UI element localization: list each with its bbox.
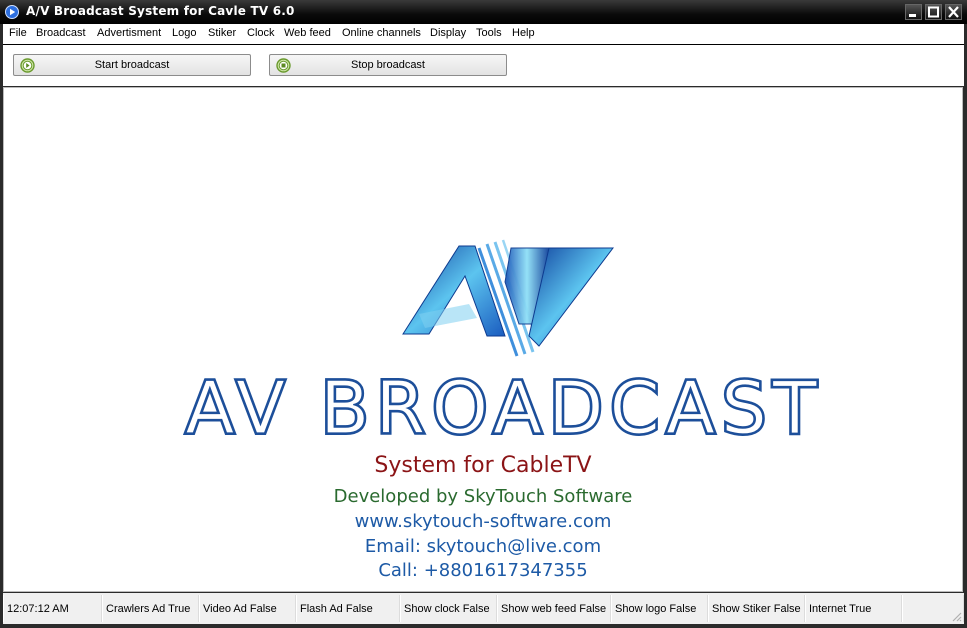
minimize-icon bbox=[909, 14, 916, 17]
start-broadcast-label: Start broadcast bbox=[94, 59, 170, 71]
menu-web-feed[interactable]: Web feed bbox=[284, 27, 331, 39]
av-logo-icon bbox=[402, 239, 615, 357]
headline-inner-stroke: AV BROADCAST bbox=[185, 371, 823, 446]
menu-file[interactable]: File bbox=[9, 27, 27, 39]
close-icon bbox=[948, 6, 959, 18]
status-show-logo-text: Show logo False bbox=[615, 603, 697, 615]
menu-tools[interactable]: Tools bbox=[476, 27, 502, 39]
status-show-clock-text: Show clock False bbox=[404, 603, 490, 615]
status-flash-ad: Flash Ad False bbox=[296, 595, 400, 622]
menu-logo[interactable]: Logo bbox=[172, 27, 196, 39]
title-bar[interactable]: A/V Broadcast System for Cavle TV 6.0 bbox=[0, 0, 967, 24]
status-internet: Internet True bbox=[805, 595, 902, 622]
menu-broadcast[interactable]: Broadcast bbox=[36, 27, 86, 39]
status-video-ad-text: Video Ad False bbox=[203, 603, 277, 615]
status-show-stiker: Show Stiker False bbox=[708, 595, 805, 622]
status-internet-text: Internet True bbox=[809, 603, 872, 615]
maximize-button[interactable] bbox=[925, 4, 942, 20]
app-window: A/V Broadcast System for Cavle TV 6.0 Fi… bbox=[0, 0, 967, 628]
status-clock: 12:07:12 AM bbox=[3, 595, 102, 622]
menu-stiker[interactable]: Stiker bbox=[208, 27, 236, 39]
email-text: Email: skytouch@live.com bbox=[364, 536, 602, 557]
website-link[interactable]: www.skytouch-software.com bbox=[4, 511, 962, 532]
status-crawlers-ad: Crawlers Ad True bbox=[102, 595, 199, 622]
phone-text: Call: +8801617347355 bbox=[378, 560, 588, 581]
toolbar: Start broadcast Stop broadcast bbox=[3, 45, 964, 86]
play-app-icon bbox=[5, 5, 19, 19]
stop-broadcast-label: Stop broadcast bbox=[351, 59, 425, 71]
start-broadcast-button[interactable]: Start broadcast bbox=[13, 54, 251, 76]
resize-grip-icon[interactable] bbox=[950, 610, 962, 622]
window-title: A/V Broadcast System for Cavle TV 6.0 bbox=[26, 4, 295, 18]
status-video-ad: Video Ad False bbox=[199, 595, 296, 622]
headline-art: AV BROADCAST AV BROADCAST bbox=[183, 371, 823, 446]
status-show-web-feed: Show web feed False bbox=[497, 595, 611, 622]
status-show-logo: Show logo False bbox=[611, 595, 708, 622]
preview-area: AV BROADCAST AV BROADCAST System for Cab… bbox=[3, 87, 963, 592]
status-flash-ad-text: Flash Ad False bbox=[300, 603, 373, 615]
menu-online-channels[interactable]: Online channels bbox=[342, 27, 421, 39]
menu-display[interactable]: Display bbox=[430, 27, 466, 39]
developer-text: Developed by SkyTouch Software bbox=[333, 486, 633, 507]
maximize-icon bbox=[928, 6, 939, 18]
tagline-text: System for CableTV bbox=[374, 453, 592, 478]
menu-advertisment[interactable]: Advertisment bbox=[97, 27, 161, 39]
status-crawlers-ad-text: Crawlers Ad True bbox=[106, 603, 191, 615]
menu-help[interactable]: Help bbox=[512, 27, 535, 39]
status-show-stiker-text: Show Stiker False bbox=[712, 603, 801, 615]
close-button[interactable] bbox=[945, 4, 962, 20]
minimize-button[interactable] bbox=[905, 4, 922, 20]
status-show-clock: Show clock False bbox=[400, 595, 497, 622]
status-bar: 12:07:12 AM Crawlers Ad True Video Ad Fa… bbox=[3, 593, 964, 624]
menu-clock[interactable]: Clock bbox=[247, 27, 275, 39]
menu-bar: File Broadcast Advertisment Logo Stiker … bbox=[3, 24, 964, 45]
stop-broadcast-button[interactable]: Stop broadcast bbox=[269, 54, 507, 76]
status-clock-text: 12:07:12 AM bbox=[7, 603, 69, 615]
status-show-web-feed-text: Show web feed False bbox=[501, 603, 607, 615]
